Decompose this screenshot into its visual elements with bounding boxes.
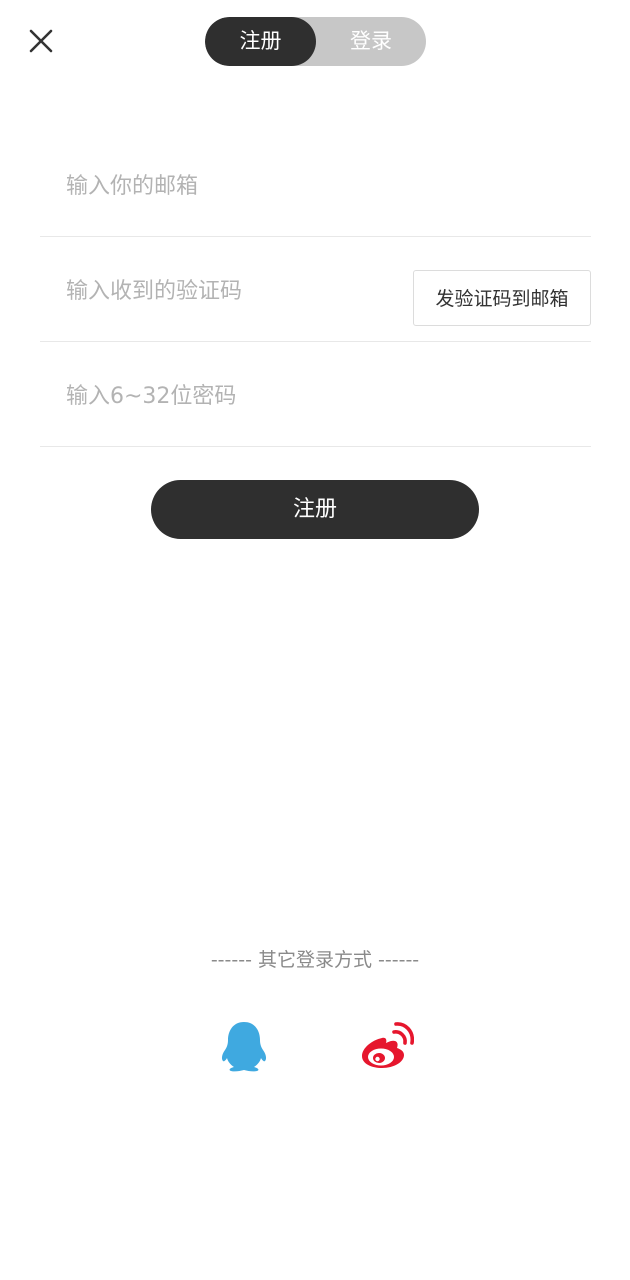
send-code-button[interactable]: 发验证码到邮箱	[413, 270, 591, 326]
weibo-icon	[362, 1022, 414, 1068]
email-input[interactable]	[66, 166, 406, 206]
qq-login-button[interactable]	[216, 1018, 272, 1074]
other-login-title: ------ 其它登录方式 ------	[210, 949, 420, 971]
code-field-row: 发验证码到邮箱	[40, 237, 591, 342]
email-field-row	[40, 132, 591, 237]
tab-login[interactable]: 登录	[316, 17, 426, 66]
close-button[interactable]	[22, 22, 60, 60]
register-button[interactable]: 注册	[151, 480, 479, 539]
tab-register[interactable]: 注册	[205, 17, 316, 66]
password-input[interactable]	[66, 376, 406, 416]
weibo-login-button[interactable]	[358, 1018, 414, 1074]
close-icon	[29, 29, 53, 53]
password-field-row	[40, 342, 591, 447]
qq-icon	[221, 1022, 267, 1072]
auth-tab-switch: 注册 登录	[205, 17, 426, 66]
verification-code-input[interactable]	[66, 271, 406, 311]
